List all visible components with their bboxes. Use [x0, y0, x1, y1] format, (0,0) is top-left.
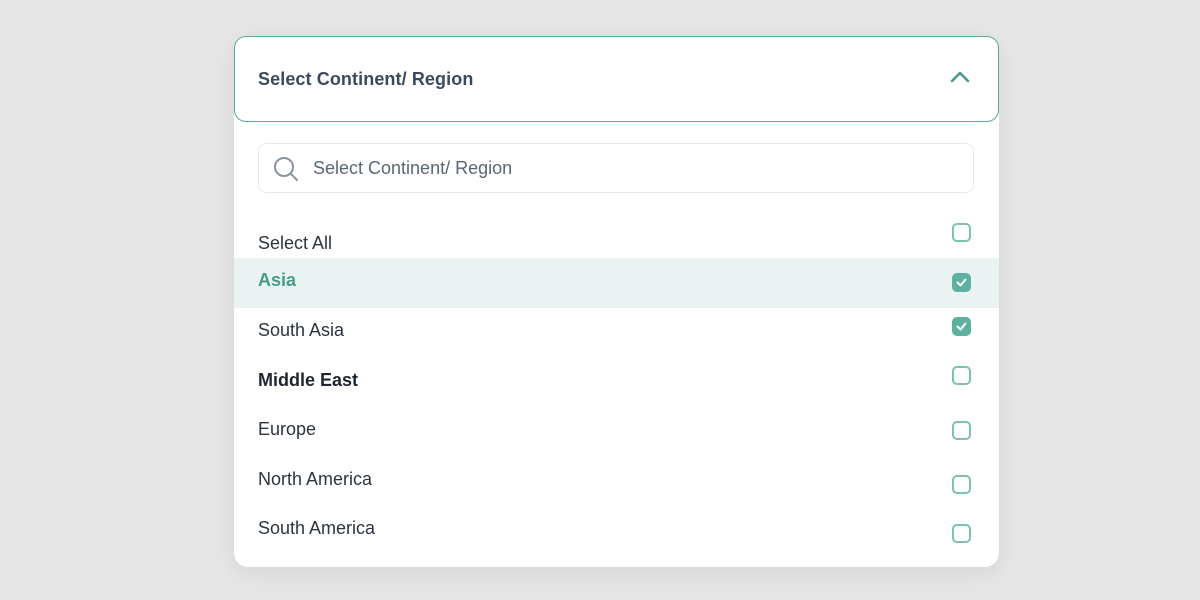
region-dropdown: Select Continent/ Region Select All Asia… [234, 36, 999, 567]
checkbox-south-america[interactable] [952, 524, 971, 543]
option-label: Middle East [258, 370, 359, 390]
chevron-up-icon[interactable] [949, 69, 971, 85]
option-south-america[interactable]: South America [234, 503, 999, 553]
checkbox-europe[interactable] [952, 421, 971, 440]
option-label: South America [258, 518, 376, 538]
checkmark-icon [956, 322, 967, 331]
dropdown-title: Select Continent/ Region [258, 69, 474, 89]
option-south-asia[interactable]: South Asia [234, 308, 999, 358]
checkbox-north-america[interactable] [952, 475, 971, 494]
option-asia[interactable]: Asia [234, 258, 999, 308]
checkmark-icon [956, 278, 967, 287]
search-field[interactable] [258, 143, 974, 193]
option-label: South Asia [258, 320, 345, 340]
checkbox-middle-east[interactable] [952, 366, 971, 385]
search-input[interactable] [313, 144, 953, 192]
option-north-america[interactable]: North America [234, 454, 999, 504]
option-label: North America [258, 469, 373, 489]
option-label: Europe [258, 419, 317, 439]
checkbox-select-all[interactable] [952, 223, 971, 242]
option-label: Asia [258, 270, 297, 290]
checkbox-south-asia[interactable] [952, 317, 971, 336]
option-middle-east[interactable]: Middle East [234, 355, 999, 405]
option-europe[interactable]: Europe [234, 404, 999, 454]
search-icon [272, 155, 300, 183]
checkbox-asia[interactable] [952, 273, 971, 292]
dropdown-toggle[interactable]: Select Continent/ Region [234, 36, 999, 122]
